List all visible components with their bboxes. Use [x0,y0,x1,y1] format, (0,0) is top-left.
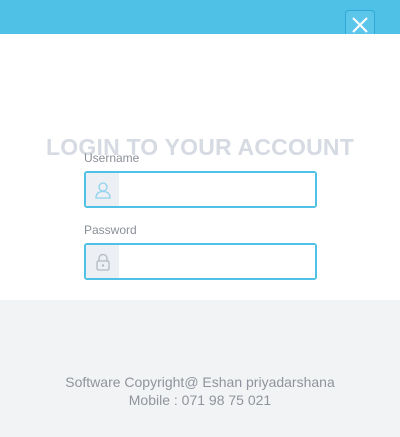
lock-icon [86,245,119,278]
copyright-text: Software Copyright@ Eshan priyadarshana [65,374,335,390]
close-icon [352,17,368,33]
username-field-group [84,171,317,208]
username-label: Username [84,151,140,165]
footer: Software Copyright@ Eshan priyadarshana … [0,300,400,437]
login-panel: LOGIN TO YOUR ACCOUNT Username Password [0,34,400,300]
user-icon [86,173,119,206]
top-bar [0,0,400,34]
password-label: Password [84,223,137,237]
mobile-text: Mobile : 071 98 75 021 [128,392,272,408]
password-field-group [84,243,317,280]
page-title: LOGIN TO YOUR ACCOUNT [46,134,354,160]
password-input[interactable] [119,245,315,278]
username-input[interactable] [119,173,315,206]
